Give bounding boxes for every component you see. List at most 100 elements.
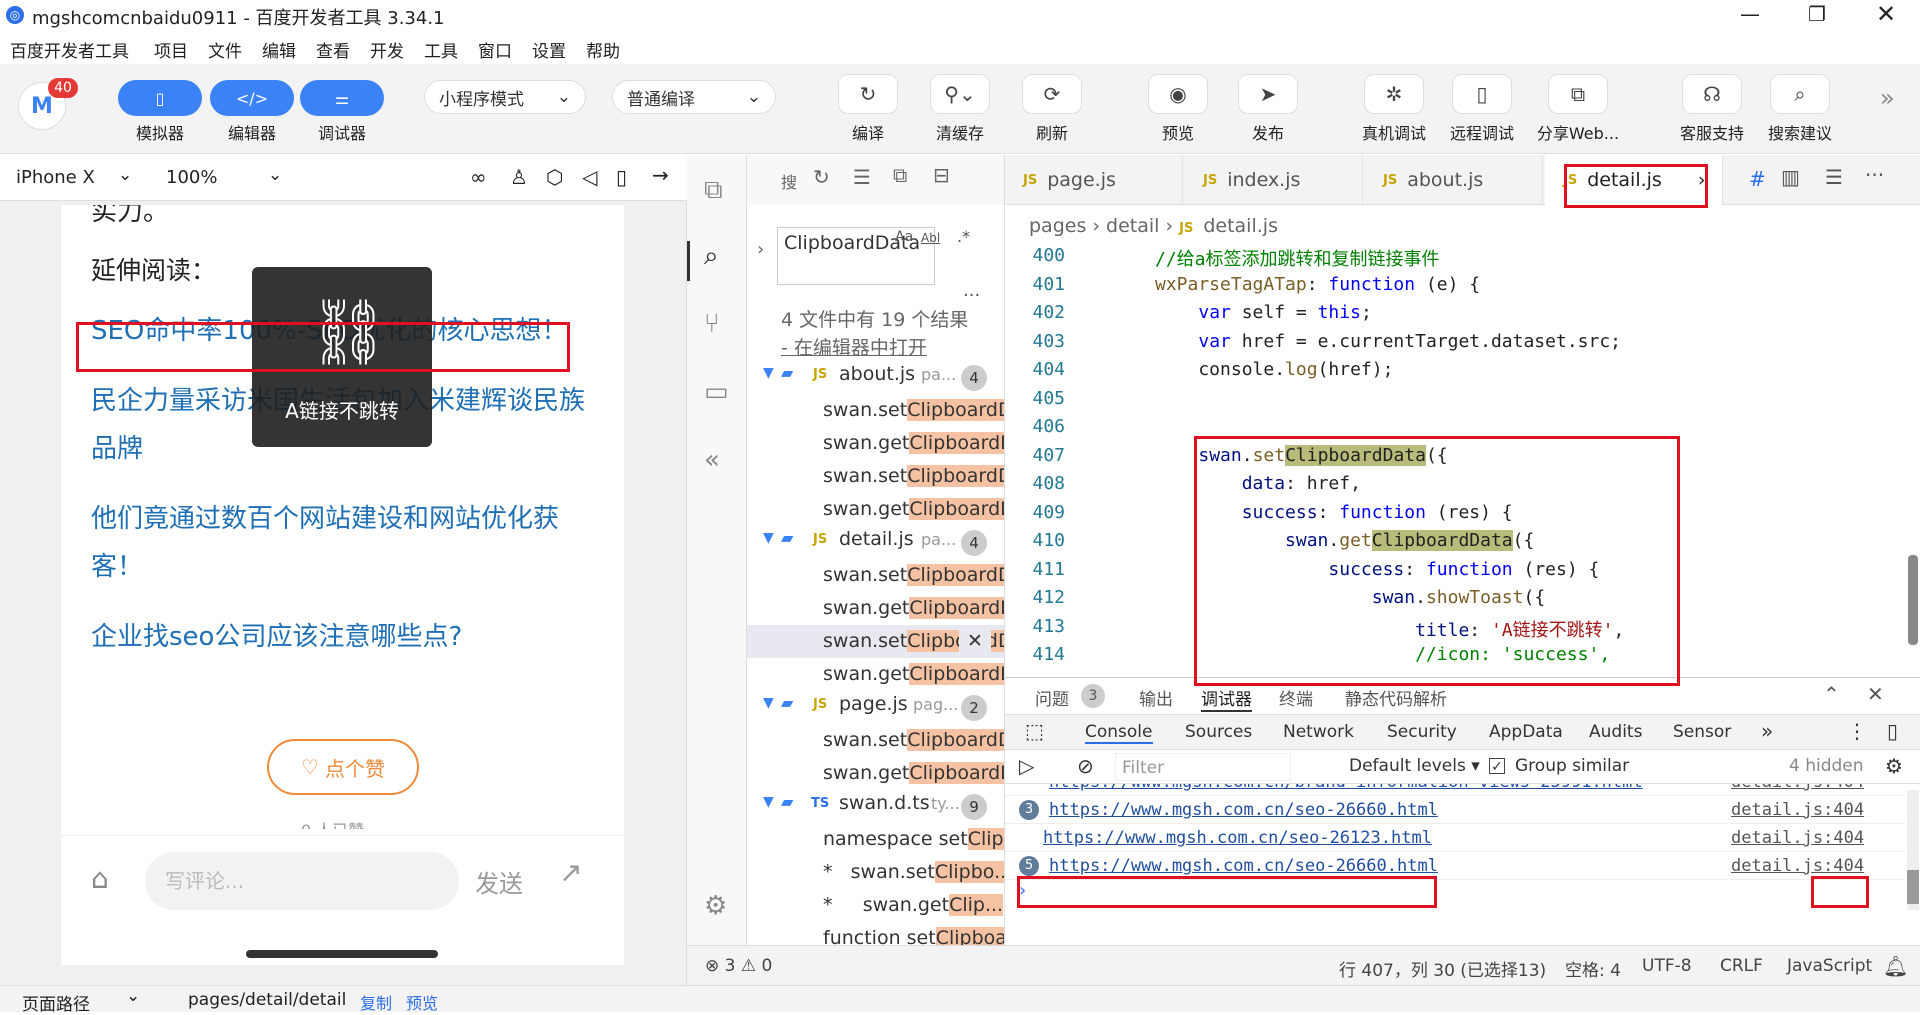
language-mode[interactable]: JavaScript [1787, 956, 1872, 976]
copy-path-link[interactable]: 复制 [360, 990, 392, 1014]
search-result[interactable]: swan.getClipboardData [747, 427, 1004, 460]
new-editor-icon[interactable]: ⧉ [893, 163, 907, 187]
tab-index-js[interactable]: JS index.js [1185, 155, 1363, 205]
clear-results-icon[interactable]: ☰ [853, 165, 871, 189]
filter-input[interactable]: Filter [1115, 753, 1291, 781]
whole-word-icon[interactable]: Abl [921, 231, 940, 245]
debugger-button[interactable]: ⚌ [300, 80, 384, 116]
refresh-icon[interactable]: ↻ [813, 165, 830, 189]
gear-icon[interactable]: ⚙ [704, 891, 727, 921]
like-button[interactable]: ♡ 点个赞 [267, 739, 419, 795]
log-url-link[interactable]: https://www.mgsh.com.cn/seo-26123.html [1043, 828, 1432, 848]
search-result[interactable]: swan.getClipboardData [747, 757, 1004, 790]
monitor-icon[interactable]: ▭ [704, 377, 729, 407]
search-result-selected[interactable]: swan.setClipboardData✕ [747, 625, 1004, 658]
extension-icon[interactable]: « [704, 445, 720, 475]
article-link[interactable]: 客！ [91, 543, 143, 591]
console-scrollbar[interactable] [1907, 790, 1919, 910]
tab-terminal[interactable]: 终端 [1279, 685, 1313, 710]
close-panel-icon[interactable]: ✕ [1867, 682, 1884, 706]
editor-button[interactable]: </> [210, 80, 294, 116]
search-result[interactable]: * swan.setClipbo... [747, 856, 1004, 889]
search-file-row[interactable]: ▼ ▰ JS detail.js pa... 4 [747, 526, 1004, 559]
log-url-link[interactable]: https://www.mgsh.com.cn/seo-26660.html [1049, 856, 1438, 876]
more-chevron-icon[interactable]: » [1880, 84, 1895, 112]
remote-debug-button[interactable]: ▯ [1452, 74, 1512, 114]
toggle-replace-icon[interactable]: › [757, 239, 764, 260]
kebab-menu-icon[interactable]: ⋮ [1847, 719, 1867, 743]
close-button[interactable]: ✕ [1876, 0, 1906, 28]
menu-item-tools[interactable]: 工具 [424, 37, 458, 62]
console-prompt-icon[interactable]: › [1019, 880, 1026, 901]
search-result[interactable]: function setClipboa... [747, 922, 1004, 945]
source-control-icon[interactable]: ⑂ [704, 309, 720, 339]
log-url-link[interactable]: https://www.mgsh.com.cn/brand-informatio… [1049, 784, 1643, 792]
dismiss-result-icon[interactable]: ✕ [959, 625, 991, 658]
dock-icon[interactable]: ▯ [1887, 719, 1898, 743]
search-file-row[interactable]: ▼ ▰ JS about.js pa... 4 [747, 361, 1004, 394]
share-button[interactable]: ⧉ [1548, 74, 1608, 114]
line-ending[interactable]: CRLF [1720, 956, 1763, 976]
search-result[interactable]: swan.setClipboardData [747, 724, 1004, 757]
search-file-row[interactable]: ▼ ▰ JS page.js pag... 2 [747, 691, 1004, 724]
clear-cache-button[interactable]: ⚲⌄ [930, 74, 990, 114]
indentation[interactable]: 空格: 4 [1565, 956, 1621, 981]
log-url-link[interactable]: https://www.mgsh.com.cn/seo-26660.html [1049, 800, 1438, 820]
log-source-link[interactable]: detail.js:404 [1731, 856, 1864, 876]
rotate-icon[interactable]: ▯ [616, 165, 627, 189]
bell-icon[interactable]: 🔔︎ [1883, 954, 1908, 978]
search-icon[interactable]: ⌕ [687, 241, 747, 281]
speaker-icon[interactable]: ◁ [582, 165, 597, 189]
menu-item-project[interactable]: 项目 [154, 37, 188, 62]
search-result[interactable]: swan.setClipboardData [747, 394, 1004, 427]
user-icon[interactable]: ♙ [510, 165, 528, 189]
menu-item-settings[interactable]: 设置 [532, 37, 566, 62]
home-icon[interactable]: ⌂ [91, 862, 109, 895]
arrow-right-icon[interactable]: → [652, 163, 669, 187]
menu-item-file[interactable]: 文件 [208, 37, 242, 62]
tab-problems[interactable]: 问题 [1035, 685, 1069, 710]
devtools-tab-console[interactable]: Console [1085, 722, 1153, 744]
devtools-tab-appdata[interactable]: AppData [1489, 722, 1563, 742]
levels-select[interactable]: Default levels ▾ [1349, 756, 1480, 776]
breadcrumb-item[interactable]: detail [1106, 215, 1159, 237]
tab-detail-js[interactable]: JS detail.js › [1545, 155, 1723, 205]
compile-button[interactable]: ↻ [838, 74, 898, 114]
cursor-position[interactable]: 行 407，列 30 (已选择13) [1339, 956, 1546, 981]
cube-icon[interactable]: ⬡ [546, 165, 563, 189]
close-tab-icon[interactable]: › [1698, 169, 1706, 191]
article-link[interactable]: 品牌 [91, 425, 143, 473]
breadcrumb-item[interactable]: pages [1029, 215, 1086, 237]
code-area[interactable]: 400 401 402 403 404 405 406 407 408 409 … [1005, 245, 1920, 675]
search-result[interactable]: swan.setClipboardData [747, 559, 1004, 592]
tab-debugger[interactable]: 调试器 [1201, 685, 1252, 712]
tab-output[interactable]: 输出 [1139, 685, 1173, 710]
breadcrumb-item[interactable]: detail.js [1203, 215, 1278, 237]
zoom-select[interactable]: 100% [166, 167, 217, 188]
search-result[interactable]: swan.getClipboardData [747, 493, 1004, 526]
compile-mode-select[interactable]: 普通编译 ⌄ [612, 80, 776, 114]
preview-button[interactable]: ◉ [1148, 74, 1208, 114]
device-select[interactable]: iPhone X [16, 167, 95, 188]
collapse-all-icon[interactable]: ⊟ [933, 163, 950, 187]
search-file-row[interactable]: ▼ ▰ TS swan.d.ts ty... 9 [747, 790, 1004, 823]
support-button[interactable]: ☊ [1682, 74, 1742, 114]
search-result[interactable]: * swan.getClip... [747, 889, 1004, 922]
devtools-tab-network[interactable]: Network [1283, 722, 1354, 742]
publish-button[interactable]: ➤ [1238, 74, 1298, 114]
chevron-down-icon[interactable]: ⌄ [268, 165, 282, 185]
article-link[interactable]: 他们竟通过数百个网站建设和网站优化获 [91, 495, 559, 543]
comment-input[interactable]: 写评论... [145, 852, 459, 910]
log-source-link[interactable]: detail.js:404 [1731, 784, 1864, 792]
console-settings-icon[interactable]: ⚙ [1885, 754, 1903, 778]
devtools-tab-sensor[interactable]: Sensor [1673, 722, 1731, 742]
real-debug-button[interactable]: ✲ [1364, 74, 1424, 114]
group-similar-checkbox[interactable]: ✓ [1489, 758, 1505, 775]
page-path-label[interactable]: 页面路径 [22, 990, 90, 1015]
simulator-button[interactable]: ▯ [118, 80, 202, 116]
clear-console-icon[interactable]: ⊘ [1077, 754, 1094, 778]
sidebar-toggle-icon[interactable]: ▷ [1019, 754, 1034, 778]
errors-warnings[interactable]: ⊗ 3 ⚠ 0 [705, 956, 772, 976]
search-result[interactable]: swan.getClipboardData [747, 658, 1004, 691]
regex-icon[interactable]: .* [957, 227, 970, 246]
